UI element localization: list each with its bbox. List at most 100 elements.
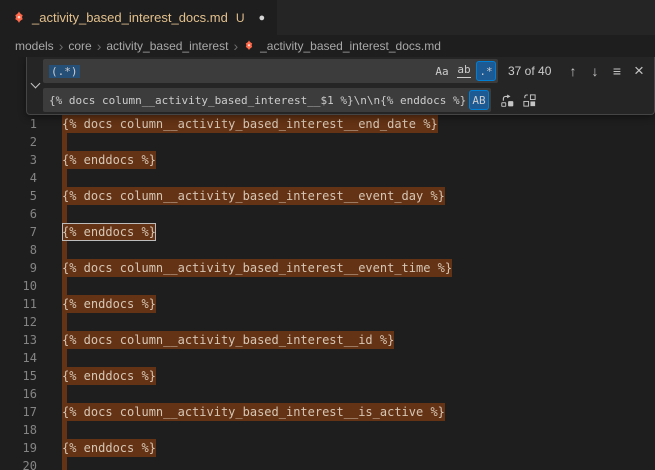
code-area[interactable]: 1 {% docs column__activity_based_interest… <box>0 115 655 470</box>
find-in-selection-button[interactable]: ≡ <box>606 60 628 82</box>
line-number: 9 <box>0 259 37 277</box>
code-line[interactable]: 8 <box>0 241 655 259</box>
line-content: {% enddocs %} <box>62 151 156 169</box>
replace-input[interactable]: {% docs column__activity_based_interest_… <box>43 88 491 112</box>
line-content: {% docs column__activity_based_interest_… <box>62 115 438 133</box>
code-line[interactable]: 9 {% docs column__activity_based_interest… <box>0 259 655 277</box>
line-content <box>62 241 67 259</box>
line-number: 5 <box>0 187 37 205</box>
current-find-match: {% enddocs %} <box>62 223 156 241</box>
chevron-down-icon <box>30 79 40 89</box>
line-content <box>62 457 67 470</box>
vscode-window: _activity_based_interest_docs.md U ● mod… <box>0 0 655 470</box>
find-match: {% docs column__activity_based_interest_… <box>62 187 445 205</box>
line-content: {% enddocs %} <box>62 439 156 457</box>
code-line[interactable]: 18 <box>0 421 655 439</box>
regex-toggle[interactable]: .* <box>476 61 496 81</box>
code-line[interactable]: 15 {% enddocs %} <box>0 367 655 385</box>
breadcrumb-item-file[interactable]: _activity_based_interest_docs.md <box>260 39 441 53</box>
code-line[interactable]: 5 {% docs column__activity_based_interest… <box>0 187 655 205</box>
code-line[interactable]: 6 <box>0 205 655 223</box>
code-line[interactable]: 7{% enddocs %} <box>0 223 655 241</box>
line-number: 3 <box>0 151 37 169</box>
preserve-case-toggle[interactable]: AB <box>469 90 489 110</box>
find-match-empty <box>62 457 67 470</box>
code-line[interactable]: 19 {% enddocs %} <box>0 439 655 457</box>
code-line[interactable]: 17{% docs column__activity_based_interes… <box>0 403 655 421</box>
chevron-right-icon: › <box>233 39 238 53</box>
find-match-empty <box>62 241 67 259</box>
editor-pane[interactable]: (.*) Aa ab .* 37 of 40 ↑ ↓ ≡ × <box>0 57 655 470</box>
find-input[interactable]: (.*) Aa ab .* <box>43 59 498 83</box>
line-content <box>62 349 67 367</box>
find-match: {% docs column__activity_based_interest_… <box>62 403 445 421</box>
line-number: 20 <box>0 457 37 470</box>
line-content <box>62 385 67 403</box>
code-line[interactable]: 13{% docs column__activity_based_interes… <box>0 331 655 349</box>
code-line[interactable]: 12 <box>0 313 655 331</box>
toggle-replace-button[interactable] <box>27 57 43 114</box>
find-match: {% enddocs %} <box>62 295 156 313</box>
line-number: 4 <box>0 169 37 187</box>
unsaved-dot-icon[interactable]: ● <box>259 12 266 24</box>
match-case-toggle[interactable]: Aa <box>432 61 452 81</box>
line-number: 11 <box>0 295 37 313</box>
find-match-empty <box>62 421 67 439</box>
find-match-empty <box>62 277 67 295</box>
line-number: 2 <box>0 133 37 151</box>
line-number: 16 <box>0 385 37 403</box>
line-content: {% docs column__activity_based_interest_… <box>62 259 452 277</box>
line-number: 8 <box>0 241 37 259</box>
code-line[interactable]: 11 {% enddocs %} <box>0 295 655 313</box>
breadcrumb: models › core › activity_based_interest … <box>0 35 655 57</box>
dbt-file-icon <box>243 40 255 52</box>
code-line[interactable]: 1 {% docs column__activity_based_interest… <box>0 115 655 133</box>
code-line[interactable]: 16 <box>0 385 655 403</box>
replace-input-value: {% docs column__activity_based_interest_… <box>49 94 467 107</box>
chevron-right-icon: › <box>97 39 102 53</box>
find-match: {% docs column__activity_based_interest_… <box>62 331 394 349</box>
line-content <box>62 313 67 331</box>
find-match: {% enddocs %} <box>62 439 156 457</box>
line-number: 6 <box>0 205 37 223</box>
find-match: {% enddocs %} <box>62 367 156 385</box>
line-number: 1 <box>0 115 37 133</box>
code-line[interactable]: 10 <box>0 277 655 295</box>
previous-match-button[interactable]: ↑ <box>562 60 584 82</box>
line-content <box>62 133 67 151</box>
code-line[interactable]: 3 {% enddocs %} <box>0 151 655 169</box>
code-line[interactable]: 2 <box>0 133 655 151</box>
code-line[interactable]: 4 <box>0 169 655 187</box>
find-match: {% enddocs %} <box>62 151 156 169</box>
find-input-value: (.*) <box>49 65 80 78</box>
line-content: {% docs column__activity_based_interest_… <box>62 403 445 421</box>
chevron-right-icon: › <box>59 39 64 53</box>
find-match-empty <box>62 133 67 151</box>
close-button[interactable]: × <box>628 60 650 82</box>
line-number: 12 <box>0 313 37 331</box>
line-content <box>62 169 67 187</box>
breadcrumb-item-activity-based-interest[interactable]: activity_based_interest <box>106 39 228 53</box>
replace-all-icon <box>522 93 537 108</box>
editor-tab[interactable]: _activity_based_interest_docs.md U ● <box>0 0 277 35</box>
line-content: {% docs column__activity_based_interest_… <box>62 331 394 349</box>
line-number: 19 <box>0 439 37 457</box>
line-content <box>62 277 67 295</box>
replace-all-button[interactable] <box>518 89 540 111</box>
find-match-empty <box>62 313 67 331</box>
find-match-empty <box>62 205 67 223</box>
replace-button[interactable] <box>496 89 518 111</box>
line-number: 14 <box>0 349 37 367</box>
line-number: 10 <box>0 277 37 295</box>
breadcrumb-item-models[interactable]: models <box>15 39 54 53</box>
breadcrumb-item-core[interactable]: core <box>68 39 91 53</box>
line-number: 18 <box>0 421 37 439</box>
find-match-empty <box>62 169 67 187</box>
next-match-button[interactable]: ↓ <box>584 60 606 82</box>
git-status-badge: U <box>236 11 245 25</box>
dbt-file-icon <box>12 11 26 25</box>
line-number: 15 <box>0 367 37 385</box>
whole-word-toggle[interactable]: ab <box>454 61 474 81</box>
code-line[interactable]: 20 <box>0 457 655 470</box>
code-line[interactable]: 14 <box>0 349 655 367</box>
